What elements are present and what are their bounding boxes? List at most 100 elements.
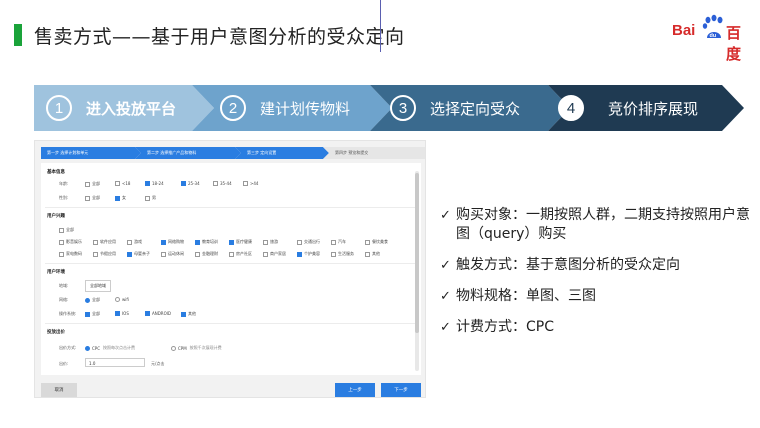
scrollbar[interactable]: [415, 171, 419, 371]
os-option[interactable]: ANDROID: [145, 311, 171, 316]
region-label: 地域:: [59, 283, 69, 288]
interest-option[interactable]: 家电数码: [59, 251, 82, 257]
feature-item: ✓ 计费方式：CPC: [440, 318, 750, 337]
age-option[interactable]: 35-44: [213, 181, 232, 186]
region-select-button[interactable]: 全部地域: [85, 280, 111, 292]
scrollbar-thumb[interactable]: [415, 173, 419, 333]
step-1-label: 进入投放平台: [86, 99, 177, 118]
wizard-tab-4[interactable]: 第四步 预览和提交: [329, 147, 368, 159]
check-icon: ✓: [440, 208, 451, 223]
interest-option[interactable]: 运动休闲: [161, 251, 184, 257]
check-icon: ✓: [440, 289, 451, 304]
wizard-tab-1[interactable]: 第一步 选择计划和单元: [41, 147, 88, 159]
interest-option[interactable]: 网络购物: [161, 239, 184, 245]
wizard-tab-3[interactable]: 第三步 定向设置: [241, 147, 276, 159]
os-option[interactable]: 其他: [181, 311, 196, 317]
os-label: 操作系统:: [59, 311, 77, 316]
divider: [45, 323, 417, 324]
price-unit: 元/点击: [151, 361, 165, 366]
paw-icon: du: [702, 14, 723, 39]
age-option[interactable]: >44: [243, 181, 258, 186]
price-label: 出价:: [59, 361, 69, 366]
gender-option[interactable]: 全部: [85, 195, 100, 201]
step-1-number: 1: [46, 95, 72, 121]
interest-option[interactable]: 生活服务: [331, 251, 354, 257]
logo-text-du: du: [710, 33, 717, 39]
age-option[interactable]: 18-24: [145, 181, 164, 186]
step-4-number: 4: [558, 95, 584, 121]
bid-mode-label: 出价方式:: [59, 345, 77, 350]
step-3-number: 3: [390, 95, 416, 121]
interest-option[interactable]: 餐饮美食: [365, 239, 388, 245]
interest-section-title: 用户兴趣: [47, 214, 65, 219]
settings-panel: 基本信息 年龄: 全部 <18 18-24 25-34 35-44 >44 性别…: [41, 163, 421, 375]
gender-label: 性别:: [59, 195, 69, 200]
logo-text-cn: 百度: [726, 24, 742, 63]
interest-option[interactable]: 金融理财: [195, 251, 218, 257]
step-4-label: 竞价排序展现: [608, 99, 699, 118]
interest-option[interactable]: 交通出行: [297, 239, 320, 245]
interest-all-option[interactable]: 全部: [59, 227, 74, 233]
title-accent-bar: [14, 24, 22, 46]
divider: [45, 263, 417, 264]
age-label: 年龄:: [59, 181, 69, 186]
interest-option[interactable]: 房产社区: [229, 251, 252, 257]
step-3-label: 选择定向受众: [430, 99, 521, 118]
feature-item: ✓ 购买对象：一期按照人群，二期支持按照用户意图（query）购买: [440, 206, 750, 244]
bid-mode-cpc[interactable]: CPC 按照每次点击计费: [85, 345, 135, 351]
wizard-tabs: 第一步 选择计划和单元 第二步 选择推广产品和物料 第三步 定向设置 第四步 预…: [41, 147, 425, 159]
next-button[interactable]: 下一步: [381, 383, 421, 397]
step-1: 1 进入投放平台: [46, 85, 176, 131]
interest-option[interactable]: 游戏: [127, 239, 142, 245]
feature-text: 触发方式：基于意图分析的受众定向: [456, 257, 680, 273]
age-option[interactable]: 全部: [85, 181, 100, 187]
process-steps: 1 进入投放平台 2 建计划传物料 3 选择定向受众 4 竞价排序展现: [34, 85, 744, 131]
interest-option[interactable]: 汽车: [331, 239, 346, 245]
platform-screenshot: 第一步 选择计划和单元 第二步 选择推广产品和物料 第三步 定向设置 第四步 预…: [34, 140, 426, 398]
interest-option[interactable]: 商户家居: [263, 251, 286, 257]
os-option[interactable]: 全部: [85, 311, 100, 317]
interest-option[interactable]: 软件应用: [93, 239, 116, 245]
check-icon: ✓: [440, 320, 451, 335]
feature-item: ✓ 物料规格：单图、三图: [440, 287, 750, 306]
network-option[interactable]: 全部: [85, 297, 100, 303]
bid-section-title: 投放出价: [47, 330, 65, 335]
gender-option[interactable]: 女: [115, 195, 126, 201]
bid-mode-cpm[interactable]: CPM 按照千次展现计费: [171, 345, 222, 351]
age-option[interactable]: <18: [115, 181, 130, 186]
baidu-logo: Bai du 百度: [672, 14, 752, 63]
interest-option[interactable]: 医疗健康: [229, 239, 252, 245]
divider: [45, 207, 417, 208]
network-option[interactable]: wifi: [115, 297, 129, 302]
feature-item: ✓ 触发方式：基于意图分析的受众定向: [440, 256, 750, 275]
logo-text-bai: Bai: [672, 22, 696, 39]
check-icon: ✓: [440, 258, 451, 273]
step-3: 3 选择定向受众: [390, 85, 520, 131]
basic-section-title: 基本信息: [47, 170, 65, 175]
divider-line: [380, 0, 381, 52]
step-2: 2 建计划传物料: [220, 85, 350, 131]
wizard-tab-2[interactable]: 第二步 选择推广产品和物料: [141, 147, 196, 159]
feature-text: 物料规格：单图、三图: [456, 288, 596, 304]
interest-option[interactable]: 影音娱乐: [59, 239, 82, 245]
interest-option[interactable]: 旅游: [263, 239, 278, 245]
env-section-title: 用户环境: [47, 270, 65, 275]
interest-option[interactable]: 母婴亲子: [127, 251, 150, 257]
step-4: 4 竞价排序展现: [558, 85, 698, 131]
step-2-number: 2: [220, 95, 246, 121]
feature-text: 计费方式：CPC: [456, 319, 554, 335]
step-2-label: 建计划传物料: [260, 99, 351, 118]
feature-text: 购买对象：一期按照人群，二期支持按照用户意图（query）购买: [456, 207, 750, 242]
os-option[interactable]: IOS: [115, 311, 129, 316]
gender-option[interactable]: 男: [145, 195, 156, 201]
age-option[interactable]: 25-34: [181, 181, 200, 186]
price-input[interactable]: 1.0: [85, 358, 145, 367]
interest-option[interactable]: 节假应用: [93, 251, 116, 257]
interest-option[interactable]: 个护美容: [297, 251, 320, 257]
feature-list: ✓ 购买对象：一期按照人群，二期支持按照用户意图（query）购买 ✓ 触发方式…: [440, 206, 750, 349]
interest-option[interactable]: 教育培训: [195, 239, 218, 245]
network-label: 网络:: [59, 297, 69, 302]
prev-button[interactable]: 上一步: [335, 383, 375, 397]
cancel-button[interactable]: 取消: [41, 383, 77, 397]
interest-option[interactable]: 其他: [365, 251, 380, 257]
